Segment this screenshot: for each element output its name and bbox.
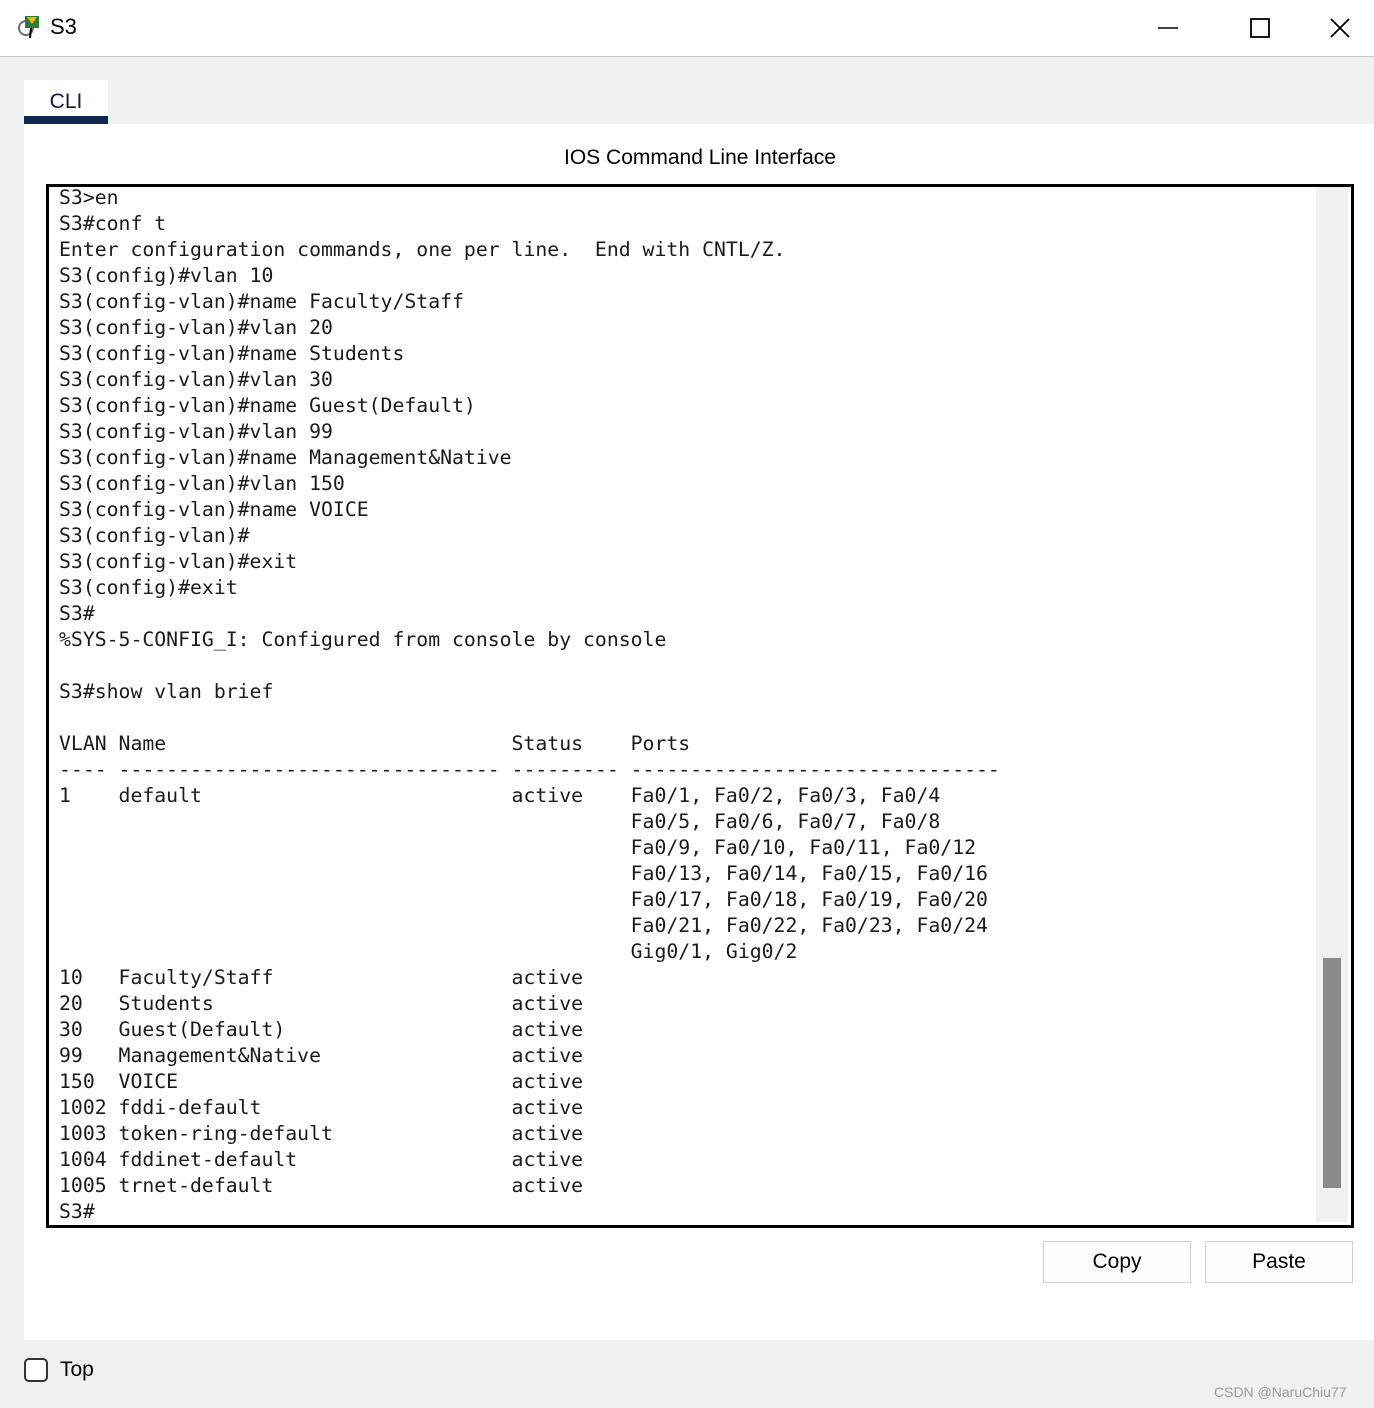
terminal-line: S3# [59, 602, 95, 625]
panel-heading: IOS Command Line Interface [564, 146, 836, 169]
terminal-line: Fa0/5, Fa0/6, Fa0/7, Fa0/8 [59, 810, 941, 833]
tab-cli[interactable]: CLI [24, 80, 108, 124]
packet-tracer-switch-icon [18, 14, 44, 40]
terminal-line: 1003 token-ring-default active [59, 1122, 631, 1145]
terminal-line: S3(config-vlan)#exit [59, 550, 298, 573]
terminal-line: S3(config-vlan)#name Guest(Default) [59, 394, 476, 417]
tab-cli-label: CLI [49, 90, 83, 113]
terminal-line: S3(config-vlan)#name Students [59, 342, 405, 365]
terminal-line: S3(config-vlan)#name VOICE [59, 498, 369, 521]
terminal-line: S3#show vlan brief [59, 680, 274, 703]
terminal-line: Fa0/21, Fa0/22, Fa0/23, Fa0/24 [59, 914, 988, 937]
terminal-line: VLAN Name Status Ports [59, 732, 691, 755]
terminal-line: S3# [59, 1200, 95, 1223]
terminal-line: S3(config-vlan)#vlan 99 [59, 420, 333, 443]
terminal-line: 1004 fddinet-default active [59, 1148, 631, 1171]
terminal-line: 1002 fddi-default active [59, 1096, 631, 1119]
active-tab-indicator [24, 116, 108, 124]
title-bar[interactable]: S3 [0, 0, 1374, 57]
minimize-icon[interactable] [1122, 0, 1214, 56]
terminal-line: S3(config-vlan)#name Faculty/Staff [59, 290, 464, 313]
terminal-line: Fa0/13, Fa0/14, Fa0/15, Fa0/16 [59, 862, 988, 885]
terminal-line: Gig0/1, Gig0/2 [59, 940, 798, 963]
paste-button[interactable]: Paste [1205, 1241, 1353, 1283]
watermark: CSDN @NaruChiu77 [1214, 1384, 1347, 1400]
terminal-line: S3(config)#exit [59, 576, 238, 599]
terminal-console[interactable]: S3>en S3#conf t Enter configuration comman… [46, 184, 1354, 1228]
terminal-line: S3(config-vlan)# [59, 524, 250, 547]
terminal-line: %SYS-5-CONFIG_I: Configured from console… [59, 628, 667, 651]
terminal-line: ---- -------------------------------- --… [59, 758, 1000, 781]
terminal-line: S3(config)#vlan 10 [59, 264, 274, 287]
terminal-line: S3(config-vlan)#name Management&Native [59, 446, 512, 469]
terminal-line: S3(config-vlan)#vlan 30 [59, 368, 333, 391]
terminal-line: Fa0/9, Fa0/10, Fa0/11, Fa0/12 [59, 836, 977, 859]
terminal-line: 150 VOICE active [59, 1070, 631, 1093]
terminal-line: 1005 trnet-default active [59, 1174, 631, 1197]
terminal-line: 99 Management&Native active [59, 1044, 631, 1067]
terminal-line: S3#conf t [59, 212, 167, 235]
top-checkbox[interactable] [24, 1358, 48, 1382]
copy-button[interactable]: Copy [1043, 1241, 1191, 1283]
terminal-line: 30 Guest(Default) active [59, 1018, 631, 1041]
top-checkbox-label: Top [60, 1358, 94, 1381]
close-icon[interactable] [1306, 0, 1374, 56]
window-title: S3 [50, 14, 77, 39]
terminal-scrollbar[interactable] [1316, 187, 1348, 1222]
terminal-line: S3(config-vlan)#vlan 20 [59, 316, 333, 339]
maximize-icon[interactable] [1214, 0, 1306, 56]
terminal-output: S3>en S3#conf t Enter configuration comman… [59, 186, 1309, 1225]
terminal-line: S3(config-vlan)#vlan 150 [59, 472, 345, 495]
terminal-line: 1 default active Fa0/1, Fa0/2, Fa0/3, Fa… [59, 784, 941, 807]
terminal-line: Fa0/17, Fa0/18, Fa0/19, Fa0/20 [59, 888, 988, 911]
terminal-line: 10 Faculty/Staff active [59, 966, 631, 989]
terminal-line: 20 Students active [59, 992, 631, 1015]
terminal-line: Enter configuration commands, one per li… [59, 238, 786, 261]
terminal-line: S3>en [59, 186, 119, 209]
scrollbar-thumb[interactable] [1323, 958, 1341, 1188]
